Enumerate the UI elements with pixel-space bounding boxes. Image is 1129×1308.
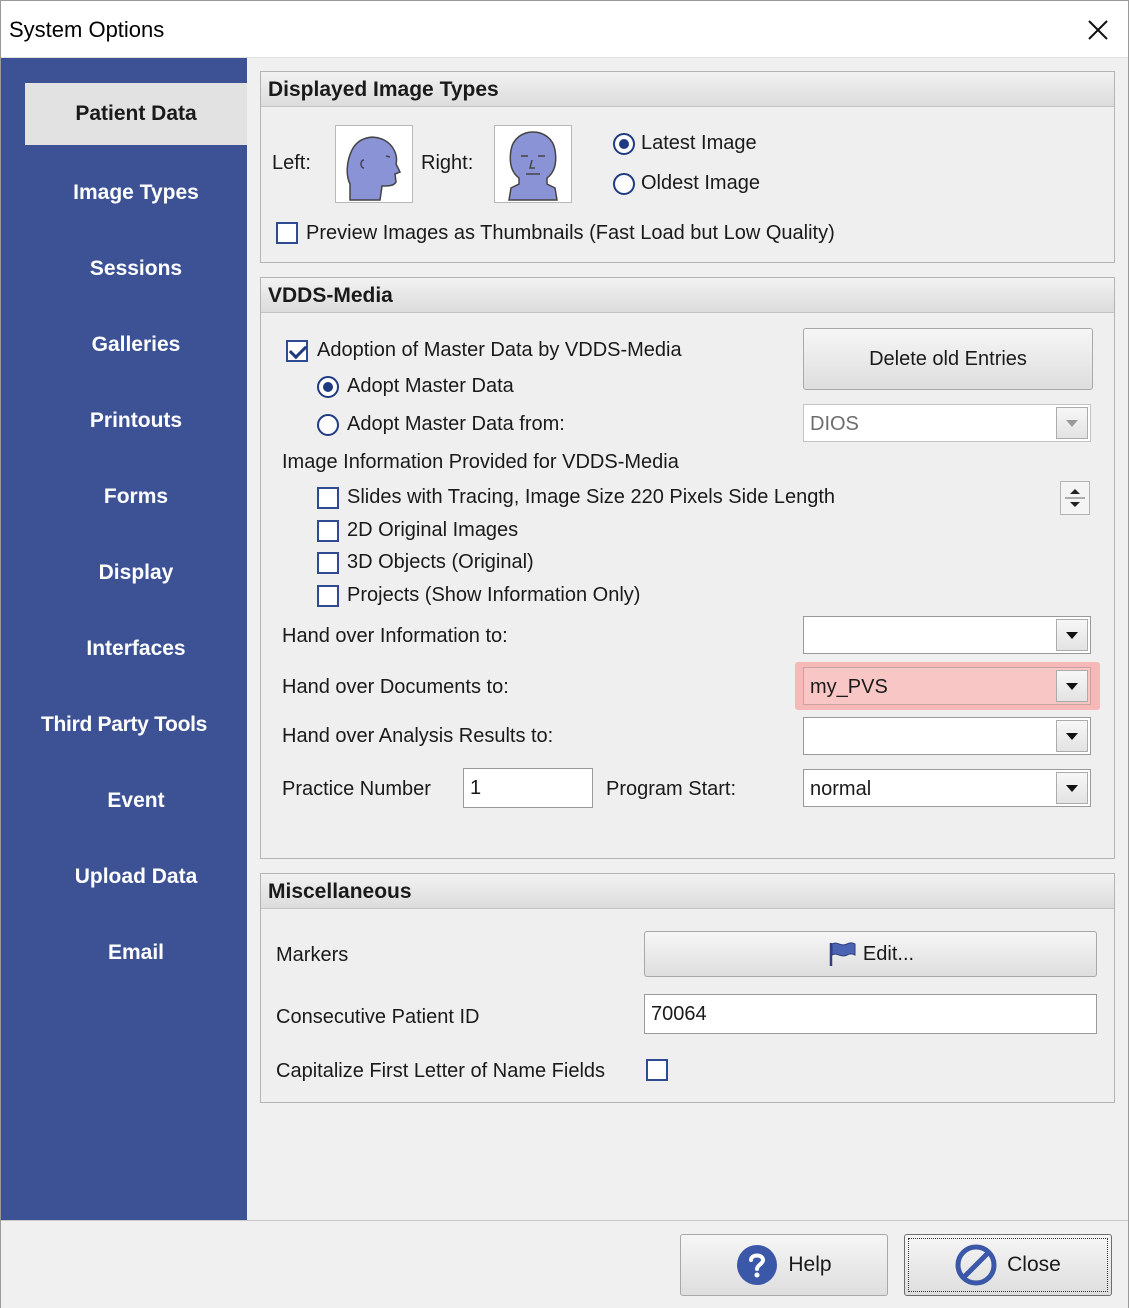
sidebar-item-third-party-tools[interactable]: Third Party Tools <box>1 694 247 756</box>
preview-thumbnails-checkbox[interactable] <box>276 222 298 244</box>
slides-tracing-checkbox[interactable] <box>317 487 339 509</box>
sidebar-item-interfaces[interactable]: Interfaces <box>25 618 247 680</box>
latest-image-label: Latest Image <box>641 132 757 154</box>
projects-label: Projects (Show Information Only) <box>347 584 641 606</box>
spin-control[interactable] <box>1060 481 1090 515</box>
chevron-down-icon <box>1056 619 1088 651</box>
miscellaneous-group: Miscellaneous Markers Edit... Consecutiv… <box>260 873 1115 1103</box>
hand-over-documents-label: Hand over Documents to: <box>282 676 509 698</box>
markers-label: Markers <box>276 944 349 966</box>
sidebar-item-image-types[interactable]: Image Types <box>25 162 247 224</box>
consecutive-patient-id-label: Consecutive Patient ID <box>276 1006 480 1028</box>
adopt-master-data-radio[interactable] <box>317 376 339 398</box>
adopt-from-select[interactable]: DIOS <box>803 404 1091 442</box>
group-title: Miscellaneous <box>261 874 1114 909</box>
face-frontal-icon <box>508 131 558 201</box>
flag-icon <box>829 942 856 966</box>
2d-original-images-label: 2D Original Images <box>347 519 519 541</box>
chevron-down-icon <box>1056 772 1088 804</box>
sidebar-item-display[interactable]: Display <box>25 542 247 604</box>
window-close-button[interactable] <box>1068 1 1128 58</box>
image-information-label: Image Information Provided for VDDS-Medi… <box>282 451 679 473</box>
program-start-value: normal <box>810 778 872 800</box>
left-label: Left: <box>272 152 311 174</box>
help-icon <box>737 1245 778 1285</box>
cancel-circle-icon <box>955 1244 997 1286</box>
oldest-image-label: Oldest Image <box>641 172 760 194</box>
right-label: Right: <box>421 152 474 174</box>
displayed-image-types-group: Displayed Image Types Left: Right: Lates… <box>260 71 1115 263</box>
vdds-media-group: VDDS-Media Adoption of Master Data by VD… <box>260 277 1115 859</box>
adopt-from-value: DIOS <box>810 413 859 435</box>
2d-original-images-checkbox[interactable] <box>317 520 339 542</box>
adoption-master-data-checkbox[interactable] <box>286 340 308 362</box>
help-button-label: Help <box>788 1253 832 1276</box>
help-button[interactable]: Help <box>680 1234 888 1296</box>
sidebar-item-forms[interactable]: Forms <box>25 466 247 528</box>
preview-thumbnails-label: Preview Images as Thumbnails (Fast Load … <box>306 222 835 244</box>
dialog-footer: Help Close <box>1 1220 1128 1308</box>
title-bar: System Options <box>1 1 1128 58</box>
sidebar-item-event[interactable]: Event <box>25 770 247 832</box>
sidebar-nav: Patient Data Image Types Sessions Galler… <box>1 58 247 1220</box>
hand-over-information-label: Hand over Information to: <box>282 625 508 647</box>
window-title: System Options <box>9 17 165 42</box>
sidebar-item-galleries[interactable]: Galleries <box>25 314 247 376</box>
capitalize-label: Capitalize First Letter of Name Fields <box>276 1060 606 1082</box>
sidebar-item-patient-data[interactable]: Patient Data <box>25 83 247 145</box>
sidebar-item-printouts[interactable]: Printouts <box>25 390 247 452</box>
delete-old-entries-button[interactable]: Delete old Entries <box>803 328 1093 390</box>
consecutive-patient-id-input[interactable]: 70064 <box>644 994 1097 1034</box>
slides-tracing-label: Slides with Tracing, Image Size 220 Pixe… <box>347 486 836 508</box>
group-title: VDDS-Media <box>261 278 1114 313</box>
hand-over-analysis-select[interactable] <box>803 717 1091 755</box>
chevron-down-icon <box>1056 720 1088 752</box>
close-button[interactable]: Close <box>904 1234 1112 1296</box>
sidebar-item-sessions[interactable]: Sessions <box>25 238 247 300</box>
chevron-down-icon <box>1056 407 1088 439</box>
practice-number-label: Practice Number <box>282 778 431 800</box>
group-title: Displayed Image Types <box>261 72 1114 107</box>
latest-image-radio[interactable] <box>613 133 635 155</box>
spin-arrows-icon <box>1065 489 1085 507</box>
program-start-label: Program Start: <box>606 778 737 800</box>
capitalize-checkbox[interactable] <box>646 1059 668 1081</box>
oldest-image-radio[interactable] <box>613 173 635 195</box>
close-button-label: Close <box>1007 1253 1061 1276</box>
3d-objects-label: 3D Objects (Original) <box>347 551 534 573</box>
right-image-type-button[interactable] <box>494 125 572 203</box>
content-panel: Displayed Image Types Left: Right: Lates… <box>247 58 1128 1220</box>
left-image-type-button[interactable] <box>335 125 413 203</box>
adopt-master-data-from-radio[interactable] <box>317 414 339 436</box>
sidebar-item-upload-data[interactable]: Upload Data <box>25 846 247 908</box>
projects-checkbox[interactable] <box>317 585 339 607</box>
adopt-master-data-label: Adopt Master Data <box>347 375 514 397</box>
hand-over-documents-value: my_PVS <box>810 676 888 698</box>
sidebar-item-email[interactable]: Email <box>25 922 247 984</box>
face-profile-icon <box>346 136 402 201</box>
practice-number-input[interactable]: 1 <box>463 768 593 808</box>
program-start-select[interactable]: normal <box>803 769 1091 807</box>
edit-button-label: Edit... <box>862 942 915 965</box>
system-options-window: System Options Patient Data Image Types … <box>0 0 1129 1308</box>
chevron-down-icon <box>1056 670 1088 702</box>
3d-objects-checkbox[interactable] <box>317 552 339 574</box>
hand-over-analysis-label: Hand over Analysis Results to: <box>282 725 554 747</box>
close-icon <box>1088 19 1108 40</box>
hand-over-information-select[interactable] <box>803 616 1091 654</box>
adopt-master-data-from-label: Adopt Master Data from: <box>347 413 565 435</box>
hand-over-documents-select[interactable]: my_PVS <box>803 667 1091 705</box>
edit-markers-button[interactable]: Edit... <box>644 931 1097 977</box>
adoption-master-data-label: Adoption of Master Data by VDDS-Media <box>317 339 682 361</box>
